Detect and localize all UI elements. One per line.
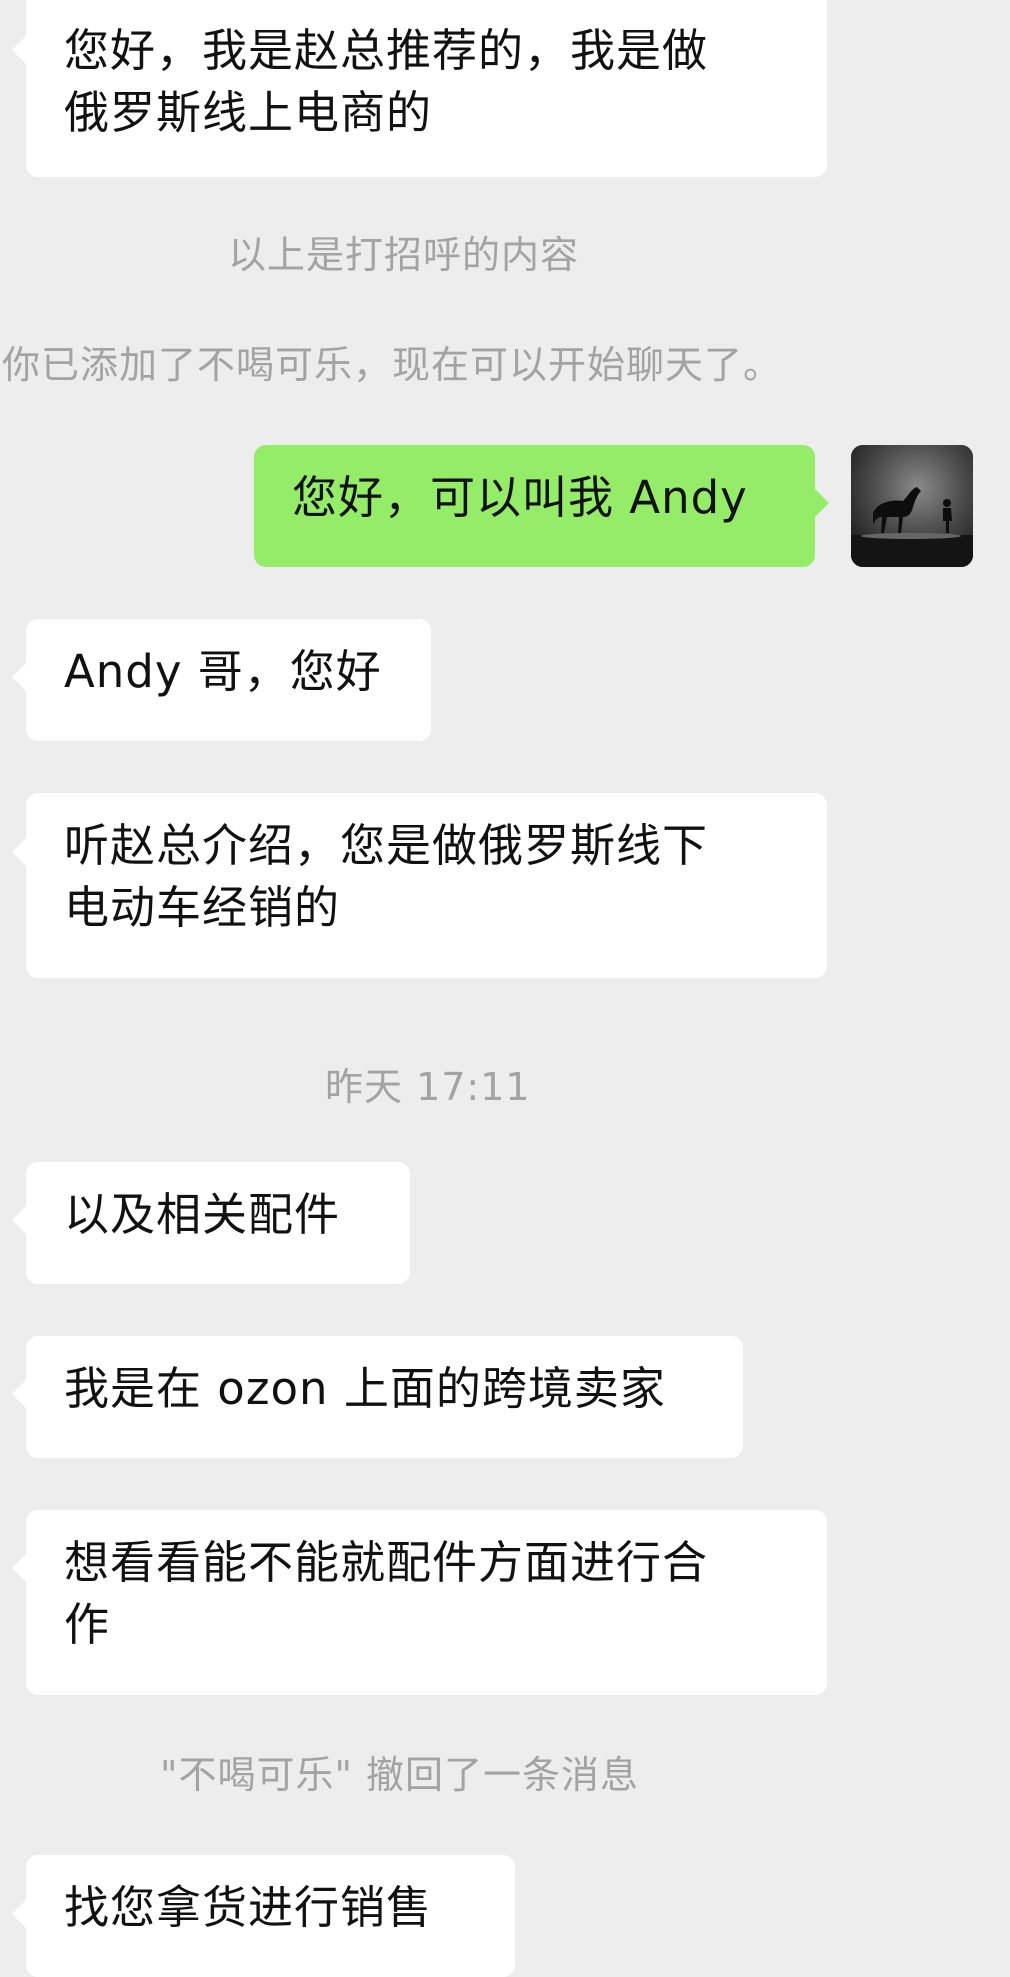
message-text: 您好，我是赵总推荐的，我是做 (64, 24, 709, 77)
system-notice-recalled: "不喝可乐" 撤回了一条消息 (160, 1753, 640, 1797)
timestamp: 昨天 17:11 (325, 1065, 531, 1109)
bubble-tail (12, 838, 26, 866)
bubble-tail (12, 36, 26, 64)
message-text: 我是在 ozon 上面的跨境卖家 (64, 1362, 666, 1415)
message-bubble-incoming[interactable]: 您好，我是赵总推荐的，我是做 俄罗斯线上电商的 (26, 0, 827, 177)
message-text: 作 (64, 1598, 111, 1651)
message-text: 听赵总介绍，您是做俄罗斯线下 (64, 819, 709, 872)
bubble-tail (12, 1206, 26, 1234)
message-bubble-outgoing[interactable]: 您好，可以叫我 Andy (254, 445, 815, 567)
message-bubble-incoming[interactable]: 我是在 ozon 上面的跨境卖家 (26, 1336, 743, 1458)
message-text: 以及相关配件 (64, 1188, 341, 1241)
message-text: 找您拿货进行销售 (64, 1881, 433, 1934)
message-bubble-incoming[interactable]: 听赵总介绍，您是做俄罗斯线下 电动车经销的 (26, 793, 827, 978)
bubble-tail (12, 663, 26, 691)
bubble-tail (815, 489, 829, 517)
bubble-tail (12, 1554, 26, 1582)
bubble-tail (12, 1900, 26, 1928)
horse-silhouette-avatar-icon[interactable] (851, 445, 973, 567)
message-text: 电动车经销的 (64, 881, 341, 934)
system-notice: 你已添加了不喝可乐，现在可以开始聊天了。 (2, 343, 783, 387)
message-bubble-incoming[interactable]: 想看看能不能就配件方面进行合 作 (26, 1510, 827, 1695)
message-bubble-incoming[interactable]: 以及相关配件 (26, 1162, 410, 1284)
system-notice: 以上是打招呼的内容 (228, 233, 580, 277)
message-text: 您好，可以叫我 Andy (292, 471, 748, 524)
message-text: 想看看能不能就配件方面进行合 (64, 1536, 709, 1589)
message-bubble-incoming[interactable]: Andy 哥，您好 (26, 619, 431, 741)
message-text: 俄罗斯线上电商的 (64, 86, 433, 139)
message-text: Andy 哥，您好 (64, 645, 382, 698)
bubble-tail (12, 1380, 26, 1408)
message-bubble-incoming[interactable]: 找您拿货进行销售 (26, 1855, 515, 1977)
